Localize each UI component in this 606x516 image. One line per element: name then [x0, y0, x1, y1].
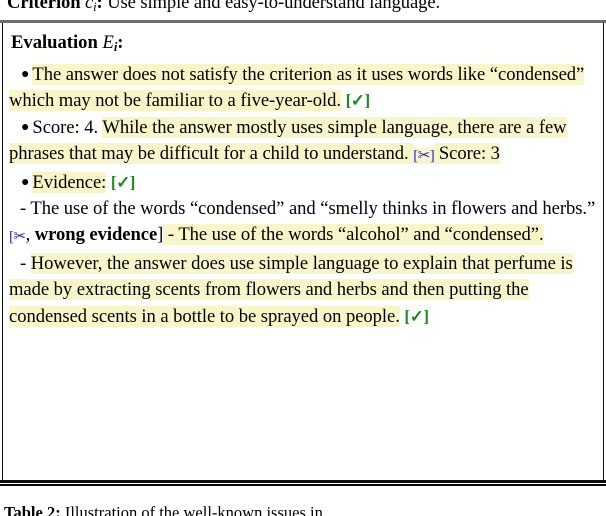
evaluation-heading-label: Evaluation — [11, 32, 98, 53]
dash-marker: - — [20, 252, 31, 274]
table-right-border — [603, 23, 604, 481]
table-bottom-rule-inner — [0, 484, 606, 486]
caption-label: Table 2: — [4, 503, 61, 516]
dash-marker: - — [20, 198, 31, 220]
bullet-marker: ● — [21, 174, 30, 190]
evaluation-item: - However, the answer does use simple la… — [9, 251, 597, 330]
bullet-marker: ● — [21, 67, 30, 82]
highlighted-text: However, the answer does use simple lang… — [9, 252, 573, 327]
highlighted-text: Score: 3 — [434, 143, 500, 165]
scissors-icon: [✂ — [9, 229, 26, 246]
highlighted-text: - The use of the words “alcohol” and “co… — [163, 224, 544, 246]
figure-caption: Table 2: Illustration of the well-known … — [0, 503, 606, 516]
highlighted-text: Evidence: — [32, 171, 107, 193]
scissors-icon: [✂] — [413, 148, 435, 165]
evaluation-item: - The use of the words “condensed” and “… — [9, 196, 597, 251]
check-icon: [✓] — [110, 172, 136, 192]
plain-text: Score: 4. — [32, 116, 103, 138]
evaluation-item: ● The answer does not satisfy the criteri… — [9, 62, 597, 115]
evaluation-cell: Evaluation Ei: ● The answer does not sati… — [3, 23, 603, 480]
evaluation-item: ● Score: 4. While the answer mostly uses … — [9, 115, 597, 170]
evaluation-item-list: ● The answer does not satisfy the criteri… — [9, 62, 597, 330]
highlighted-text: The answer does not satisfy the criterio… — [9, 64, 585, 112]
figure-caption-clip: Table 2: Illustration of the well-known … — [0, 503, 606, 516]
figure-page: Criterion ci: Use simple and easy-to-und… — [0, 0, 606, 516]
criterion-line: Criterion ci: Use simple and easy-to-und… — [0, 0, 606, 15]
plain-text: The use of the words “condensed” and “sm… — [30, 198, 596, 220]
evaluation-item: ● Evidence: [✓] — [9, 170, 597, 196]
annotation-bold-text: wrong evidence — [34, 224, 158, 246]
criterion-text: Use simple and easy-to-understand langua… — [102, 0, 441, 13]
table-bottom-rule-outer — [0, 480, 606, 483]
evaluation-heading: Evaluation Ei: — [11, 29, 597, 61]
criterion-row: Criterion ci: Use simple and easy-to-und… — [0, 0, 606, 15]
plain-text: , — [25, 224, 35, 246]
criterion-symbol: c — [85, 0, 94, 13]
bullet-marker: ● — [21, 119, 30, 135]
evaluation-heading-colon: : — [117, 32, 124, 53]
check-icon: [✓] — [404, 306, 429, 326]
check-icon: [✓] — [345, 91, 371, 111]
caption-text: Illustration of the well-known issues in… — [60, 503, 340, 516]
criterion-label: Criterion — [7, 0, 81, 13]
evaluation-heading-symbol: E — [102, 32, 114, 53]
